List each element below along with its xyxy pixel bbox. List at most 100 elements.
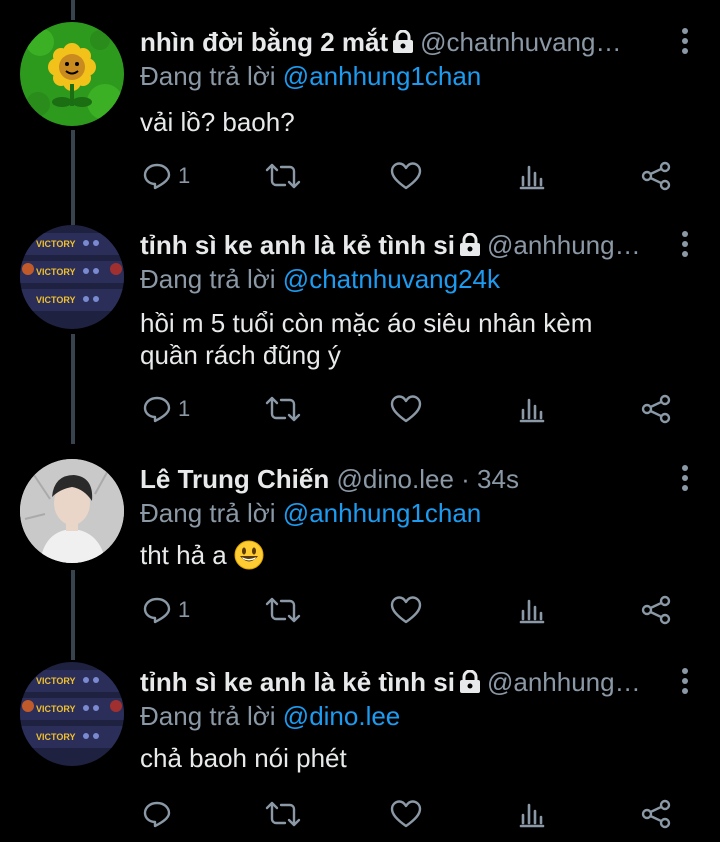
reply-icon [143, 801, 171, 828]
lock-icon [459, 232, 481, 264]
like-icon [390, 596, 422, 624]
lock-icon [392, 29, 414, 61]
reply-prefix: Đang trả lời [140, 61, 276, 91]
reply-button[interactable] [142, 797, 178, 831]
retweet-button[interactable] [265, 159, 301, 193]
reply-button[interactable]: 1 [142, 159, 190, 193]
display-name[interactable]: tỉnh sì ke anh là kẻ tình si [140, 667, 455, 697]
handle[interactable]: @anhhung… [487, 667, 641, 697]
victory-label: VICTORY [36, 267, 76, 277]
reply-icon [143, 396, 171, 423]
more-icon[interactable] [680, 465, 690, 495]
display-name[interactable]: nhìn đời bằng 2 mắt [140, 27, 388, 57]
handle[interactable]: @anhhung… [487, 230, 641, 260]
retweet-icon [265, 801, 301, 827]
retweet-button[interactable] [265, 392, 301, 426]
avatar[interactable] [20, 459, 124, 563]
like-icon [390, 800, 422, 828]
avatar[interactable]: VICTORY VICTORY VICTORY [20, 662, 124, 766]
action-bar: 1 [140, 159, 680, 193]
reply-mention[interactable]: @chatnhuvang24k [283, 264, 500, 294]
thread-line [71, 0, 75, 20]
action-bar [140, 797, 680, 831]
like-button[interactable] [390, 593, 422, 627]
tweet-text: hồi m 5 tuổi còn mặc áo siêu nhân kèm qu… [140, 307, 680, 371]
action-bar: 1 [140, 593, 680, 627]
tweet-header: tỉnh sì ke anh là kẻ tình si @anhhung… [140, 666, 660, 701]
tweet-text-line: quần rách đũng ý [140, 340, 341, 370]
analytics-button[interactable] [518, 159, 546, 193]
reply-context: Đang trả lời @chatnhuvang24k [140, 263, 500, 295]
reply-count: 1 [178, 597, 191, 622]
like-button[interactable] [390, 392, 422, 426]
retweet-button[interactable] [265, 593, 301, 627]
victory-label: VICTORY [36, 676, 76, 686]
reply-icon [143, 163, 171, 190]
more-icon[interactable] [680, 28, 690, 58]
smile-emoji-icon [234, 540, 264, 577]
reply-context: Đang trả lời @anhhung1chan [140, 60, 481, 92]
like-button[interactable] [390, 797, 422, 831]
tweet-text: vải lồ? baoh? [140, 107, 295, 137]
victory-label: VICTORY [36, 295, 76, 305]
reply-icon [143, 597, 171, 624]
analytics-icon [519, 599, 545, 624]
action-bar: 1 [140, 392, 680, 426]
tweet[interactable]: VICTORY VICTORY VICTORY tỉnh sì ke anh l… [0, 225, 720, 440]
tweet-header: nhìn đời bằng 2 mắt @chatnhuvang… [140, 26, 660, 61]
tweet-text: tht hả a [140, 539, 680, 577]
share-icon [641, 161, 671, 191]
analytics-icon [519, 803, 545, 828]
tweet[interactable]: Lê Trung Chiến @dino.lee · 34s Đang trả … [0, 459, 720, 659]
reply-button[interactable]: 1 [142, 392, 190, 426]
reply-button[interactable]: 1 [142, 593, 190, 627]
retweet-icon [265, 597, 301, 623]
analytics-icon [519, 398, 545, 423]
analytics-button[interactable] [518, 593, 546, 627]
handle[interactable]: @dino.lee · 34s [336, 464, 519, 494]
share-button[interactable] [640, 797, 672, 831]
victory-label: VICTORY [36, 704, 76, 714]
share-icon [641, 799, 671, 829]
like-icon [390, 395, 422, 423]
lock-icon [459, 669, 481, 701]
retweet-icon [265, 163, 301, 189]
reply-prefix: Đang trả lời [140, 498, 276, 528]
retweet-button[interactable] [265, 797, 301, 831]
tweet[interactable]: nhìn đời bằng 2 mắt @chatnhuvang… Đang tr… [0, 22, 720, 222]
analytics-button[interactable] [518, 392, 546, 426]
avatar[interactable] [20, 22, 124, 126]
analytics-icon [519, 165, 545, 190]
tweet-header: tỉnh sì ke anh là kẻ tình si @anhhung… [140, 229, 660, 264]
like-button[interactable] [390, 159, 422, 193]
victory-label: VICTORY [36, 732, 76, 742]
share-icon [641, 595, 671, 625]
display-name[interactable]: Lê Trung Chiến [140, 464, 329, 494]
more-icon[interactable] [680, 231, 690, 261]
handle[interactable]: @chatnhuvang… [420, 27, 621, 57]
reply-mention[interactable]: @dino.lee [283, 701, 400, 731]
reply-mention[interactable]: @anhhung1chan [283, 61, 481, 91]
tweet-text-body: tht hả a [140, 540, 227, 570]
reply-context: Đang trả lời @dino.lee [140, 700, 400, 732]
share-button[interactable] [640, 392, 672, 426]
reply-prefix: Đang trả lời [140, 264, 276, 294]
reply-count: 1 [178, 396, 191, 421]
like-icon [390, 162, 422, 190]
more-icon[interactable] [680, 668, 690, 698]
tweet-header: Lê Trung Chiến @dino.lee · 34s [140, 463, 660, 495]
reply-count: 1 [178, 163, 191, 188]
reply-prefix: Đang trả lời [140, 701, 276, 731]
reply-context: Đang trả lời @anhhung1chan [140, 497, 481, 529]
reply-mention[interactable]: @anhhung1chan [283, 498, 481, 528]
analytics-button[interactable] [518, 797, 546, 831]
share-icon [641, 394, 671, 424]
victory-label: VICTORY [36, 239, 76, 249]
tweet-text: chả baoh nói phét [140, 743, 347, 773]
share-button[interactable] [640, 593, 672, 627]
share-button[interactable] [640, 159, 672, 193]
tweet[interactable]: VICTORY VICTORY VICTORY tỉnh sì ke anh l… [0, 662, 720, 842]
display-name[interactable]: tỉnh sì ke anh là kẻ tình si [140, 230, 455, 260]
avatar[interactable]: VICTORY VICTORY VICTORY [20, 225, 124, 329]
retweet-icon [265, 396, 301, 422]
